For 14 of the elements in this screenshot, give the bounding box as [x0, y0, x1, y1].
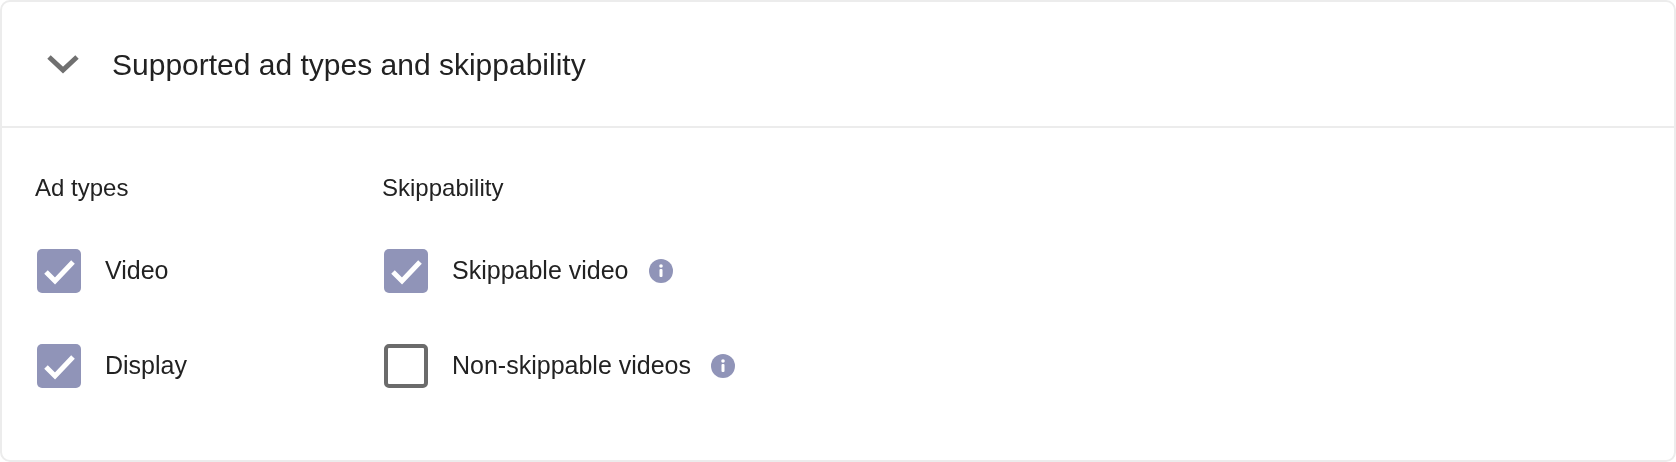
chevron-down-icon[interactable]	[46, 54, 80, 74]
section-title[interactable]: Supported ad types and skippability	[112, 41, 586, 87]
checkbox-label[interactable]: Skippable video	[452, 252, 629, 290]
checkbox[interactable]	[384, 249, 428, 293]
group-heading: Skippability	[382, 173, 505, 203]
info-icon[interactable]	[648, 259, 673, 283]
checkbox[interactable]	[37, 344, 81, 388]
checkbox[interactable]	[37, 249, 81, 293]
checkbox[interactable]	[384, 344, 428, 388]
group-heading: Ad types	[35, 173, 130, 203]
checkbox-label[interactable]: Display	[105, 347, 187, 385]
checkbox-label[interactable]: Non-skippable videos	[452, 347, 692, 385]
checkbox-label[interactable]: Video	[105, 252, 169, 290]
info-icon[interactable]	[711, 354, 736, 378]
